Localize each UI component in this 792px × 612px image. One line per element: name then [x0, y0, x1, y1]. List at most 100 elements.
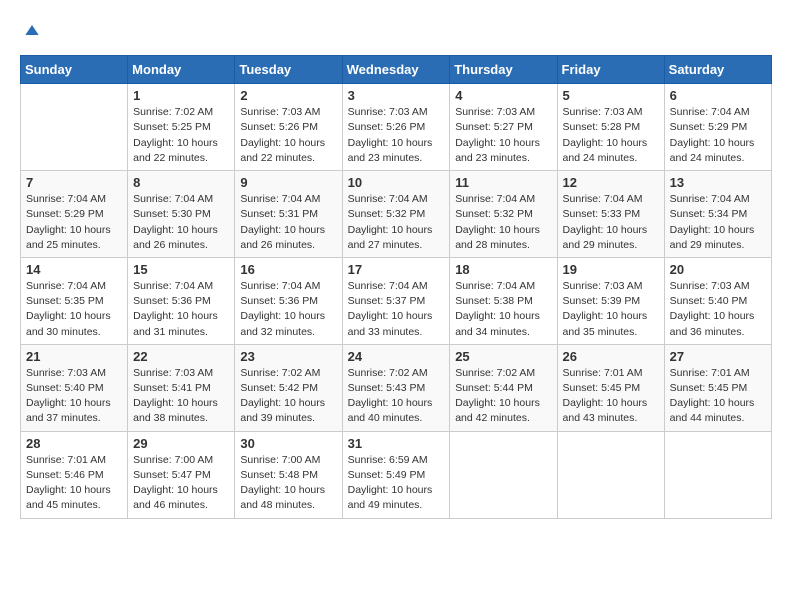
day-info: Sunrise: 7:04 AM Sunset: 5:37 PM Dayligh…: [348, 279, 445, 340]
calendar-cell: 26 Sunrise: 7:01 AM Sunset: 5:45 PM Dayli…: [557, 344, 664, 431]
day-number: 24: [348, 349, 445, 364]
day-number: 11: [455, 175, 551, 190]
day-info: Sunrise: 7:04 AM Sunset: 5:32 PM Dayligh…: [455, 192, 551, 253]
day-info: Sunrise: 7:04 AM Sunset: 5:29 PM Dayligh…: [26, 192, 122, 253]
calendar-cell: 6Sunrise: 7:04 AM Sunset: 5:29 PM Daylig…: [664, 84, 771, 171]
weekday-header-saturday: Saturday: [664, 56, 771, 84]
calendar-cell: 16 Sunrise: 7:04 AM Sunset: 5:36 PM Dayli…: [235, 257, 342, 344]
day-info: Sunrise: 7:02 AM Sunset: 5:44 PM Dayligh…: [455, 366, 551, 427]
calendar-cell: 27 Sunrise: 7:01 AM Sunset: 5:45 PM Dayli…: [664, 344, 771, 431]
calendar-cell: 2Sunrise: 7:03 AM Sunset: 5:26 PM Daylig…: [235, 84, 342, 171]
day-info: Sunrise: 7:04 AM Sunset: 5:34 PM Dayligh…: [670, 192, 766, 253]
day-info: Sunrise: 6:59 AM Sunset: 5:49 PM Dayligh…: [348, 453, 445, 514]
weekday-header-row: SundayMondayTuesdayWednesdayThursdayFrid…: [21, 56, 772, 84]
day-info: Sunrise: 7:04 AM Sunset: 5:38 PM Dayligh…: [455, 279, 551, 340]
day-number: 22: [133, 349, 229, 364]
weekday-header-tuesday: Tuesday: [235, 56, 342, 84]
day-number: 29: [133, 436, 229, 451]
day-info: Sunrise: 7:00 AM Sunset: 5:47 PM Dayligh…: [133, 453, 229, 514]
day-info: Sunrise: 7:03 AM Sunset: 5:40 PM Dayligh…: [26, 366, 122, 427]
calendar-cell: [450, 431, 557, 518]
day-info: Sunrise: 7:03 AM Sunset: 5:41 PM Dayligh…: [133, 366, 229, 427]
calendar-table: SundayMondayTuesdayWednesdayThursdayFrid…: [20, 55, 772, 518]
day-info: Sunrise: 7:04 AM Sunset: 5:32 PM Dayligh…: [348, 192, 445, 253]
weekday-header-monday: Monday: [128, 56, 235, 84]
day-number: 4: [455, 88, 551, 103]
calendar-week-row: 28 Sunrise: 7:01 AM Sunset: 5:46 PM Dayli…: [21, 431, 772, 518]
day-number: 14: [26, 262, 122, 277]
logo: [20, 20, 42, 45]
day-number: 28: [26, 436, 122, 451]
calendar-cell: 21 Sunrise: 7:03 AM Sunset: 5:40 PM Dayli…: [21, 344, 128, 431]
day-number: 12: [563, 175, 659, 190]
day-info: Sunrise: 7:03 AM Sunset: 5:28 PM Dayligh…: [563, 105, 659, 166]
day-number: 30: [240, 436, 336, 451]
day-info: Sunrise: 7:02 AM Sunset: 5:43 PM Dayligh…: [348, 366, 445, 427]
weekday-header-wednesday: Wednesday: [342, 56, 450, 84]
calendar-cell: 20Sunrise: 7:03 AM Sunset: 5:40 PM Dayli…: [664, 257, 771, 344]
calendar-cell: [557, 431, 664, 518]
day-info: Sunrise: 7:03 AM Sunset: 5:39 PM Dayligh…: [563, 279, 659, 340]
calendar-body: 1 Sunrise: 7:02 AM Sunset: 5:25 PM Daylig…: [21, 84, 772, 518]
day-info: Sunrise: 7:03 AM Sunset: 5:27 PM Dayligh…: [455, 105, 551, 166]
calendar-week-row: 14Sunrise: 7:04 AM Sunset: 5:35 PM Dayli…: [21, 257, 772, 344]
calendar-cell: 10 Sunrise: 7:04 AM Sunset: 5:32 PM Dayli…: [342, 171, 450, 258]
calendar-cell: 23 Sunrise: 7:02 AM Sunset: 5:42 PM Dayli…: [235, 344, 342, 431]
calendar-cell: 5 Sunrise: 7:03 AM Sunset: 5:28 PM Daylig…: [557, 84, 664, 171]
day-number: 8: [133, 175, 229, 190]
day-number: 7: [26, 175, 122, 190]
calendar-cell: [664, 431, 771, 518]
day-number: 16: [240, 262, 336, 277]
calendar-cell: 8 Sunrise: 7:04 AM Sunset: 5:30 PM Daylig…: [128, 171, 235, 258]
day-info: Sunrise: 7:04 AM Sunset: 5:33 PM Dayligh…: [563, 192, 659, 253]
day-number: 21: [26, 349, 122, 364]
day-info: Sunrise: 7:04 AM Sunset: 5:30 PM Dayligh…: [133, 192, 229, 253]
day-info: Sunrise: 7:03 AM Sunset: 5:26 PM Dayligh…: [240, 105, 336, 166]
day-number: 1: [133, 88, 229, 103]
calendar-cell: 1 Sunrise: 7:02 AM Sunset: 5:25 PM Daylig…: [128, 84, 235, 171]
weekday-header-friday: Friday: [557, 56, 664, 84]
day-number: 13: [670, 175, 766, 190]
calendar-cell: 19Sunrise: 7:03 AM Sunset: 5:39 PM Dayli…: [557, 257, 664, 344]
calendar-cell: 18Sunrise: 7:04 AM Sunset: 5:38 PM Dayli…: [450, 257, 557, 344]
logo-icon: [22, 20, 42, 40]
day-number: 6: [670, 88, 766, 103]
calendar-cell: 30 Sunrise: 7:00 AM Sunset: 5:48 PM Dayli…: [235, 431, 342, 518]
day-info: Sunrise: 7:04 AM Sunset: 5:36 PM Dayligh…: [133, 279, 229, 340]
calendar-week-row: 21 Sunrise: 7:03 AM Sunset: 5:40 PM Dayli…: [21, 344, 772, 431]
calendar-cell: 24 Sunrise: 7:02 AM Sunset: 5:43 PM Dayli…: [342, 344, 450, 431]
calendar-cell: 17 Sunrise: 7:04 AM Sunset: 5:37 PM Dayli…: [342, 257, 450, 344]
day-info: Sunrise: 7:03 AM Sunset: 5:26 PM Dayligh…: [348, 105, 445, 166]
calendar-cell: 28 Sunrise: 7:01 AM Sunset: 5:46 PM Dayli…: [21, 431, 128, 518]
day-info: Sunrise: 7:04 AM Sunset: 5:36 PM Dayligh…: [240, 279, 336, 340]
calendar-cell: 31 Sunrise: 6:59 AM Sunset: 5:49 PM Dayli…: [342, 431, 450, 518]
calendar-week-row: 7 Sunrise: 7:04 AM Sunset: 5:29 PM Daylig…: [21, 171, 772, 258]
calendar-week-row: 1 Sunrise: 7:02 AM Sunset: 5:25 PM Daylig…: [21, 84, 772, 171]
day-number: 17: [348, 262, 445, 277]
day-number: 3: [348, 88, 445, 103]
day-info: Sunrise: 7:01 AM Sunset: 5:45 PM Dayligh…: [670, 366, 766, 427]
day-info: Sunrise: 7:00 AM Sunset: 5:48 PM Dayligh…: [240, 453, 336, 514]
calendar-cell: 22 Sunrise: 7:03 AM Sunset: 5:41 PM Dayli…: [128, 344, 235, 431]
day-number: 23: [240, 349, 336, 364]
day-number: 31: [348, 436, 445, 451]
calendar-cell: 9 Sunrise: 7:04 AM Sunset: 5:31 PM Daylig…: [235, 171, 342, 258]
day-number: 26: [563, 349, 659, 364]
day-info: Sunrise: 7:01 AM Sunset: 5:45 PM Dayligh…: [563, 366, 659, 427]
day-info: Sunrise: 7:02 AM Sunset: 5:25 PM Dayligh…: [133, 105, 229, 166]
day-info: Sunrise: 7:03 AM Sunset: 5:40 PM Dayligh…: [670, 279, 766, 340]
calendar-cell: 25Sunrise: 7:02 AM Sunset: 5:44 PM Dayli…: [450, 344, 557, 431]
day-info: Sunrise: 7:02 AM Sunset: 5:42 PM Dayligh…: [240, 366, 336, 427]
day-info: Sunrise: 7:01 AM Sunset: 5:46 PM Dayligh…: [26, 453, 122, 514]
calendar-cell: 4 Sunrise: 7:03 AM Sunset: 5:27 PM Daylig…: [450, 84, 557, 171]
weekday-header-sunday: Sunday: [21, 56, 128, 84]
calendar-cell: 12 Sunrise: 7:04 AM Sunset: 5:33 PM Dayli…: [557, 171, 664, 258]
day-number: 5: [563, 88, 659, 103]
calendar-cell: 29 Sunrise: 7:00 AM Sunset: 5:47 PM Dayli…: [128, 431, 235, 518]
day-number: 10: [348, 175, 445, 190]
day-info: Sunrise: 7:04 AM Sunset: 5:31 PM Dayligh…: [240, 192, 336, 253]
calendar-cell: 3 Sunrise: 7:03 AM Sunset: 5:26 PM Daylig…: [342, 84, 450, 171]
calendar-cell: [21, 84, 128, 171]
day-number: 27: [670, 349, 766, 364]
day-number: 9: [240, 175, 336, 190]
